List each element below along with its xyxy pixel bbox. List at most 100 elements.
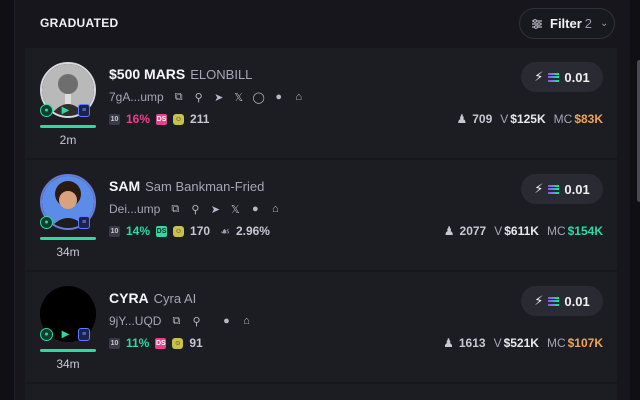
market-cap: MC $154K — [547, 224, 603, 238]
chevron-down-icon: ⌄ — [600, 18, 609, 29]
filter-button[interactable]: Filter 2 ⌄ — [519, 8, 615, 39]
token-avatar-wrap: ● ▶ ≡ — [40, 286, 96, 342]
token-ticker: CYRA — [109, 290, 149, 306]
token-stats-row: 10 14% DS ☺ 170 ☙ 2.96% — [109, 224, 270, 238]
pill-icon[interactable]: ● — [219, 314, 233, 328]
token-fullname: Cyra AI — [153, 291, 197, 306]
globe-icon[interactable]: ◯ — [252, 90, 266, 104]
market-cap: MC $107K — [547, 336, 603, 350]
token-card-partial[interactable] — [25, 384, 617, 400]
holders: ♟ 1613 — [443, 336, 485, 350]
buy-amount: 0.01 — [564, 181, 590, 197]
market-cap: MC $83K — [554, 112, 603, 126]
copy-icon[interactable]: ⧉ — [168, 202, 182, 216]
bonding-progress-bar — [40, 349, 96, 352]
lightning-icon: ⚡ — [534, 69, 544, 84]
shield-icon: ≡ — [78, 104, 90, 117]
token-ticker: SAM — [109, 178, 141, 194]
quick-buy-button[interactable]: ⚡ 0.01 — [521, 174, 603, 204]
volume-label: V — [494, 224, 503, 238]
token-age: 34m — [56, 357, 80, 371]
avatar-badges: ● ▶ ≡ — [40, 328, 90, 341]
volume: V $125K — [500, 112, 545, 126]
copy-icon[interactable]: ⧉ — [172, 90, 186, 104]
avatar-badges: ● ▶ ≡ — [40, 104, 90, 117]
copy-icon[interactable]: ⧉ — [169, 314, 183, 328]
x-icon[interactable]: 𝕏 — [232, 90, 246, 104]
token-address: Dei...ump — [109, 202, 161, 216]
mc-label: MC — [553, 112, 573, 126]
lightning-icon: ⚡ — [534, 181, 544, 196]
quick-buy-button[interactable]: ⚡ 0.01 — [521, 62, 603, 92]
search-icon[interactable]: ⚲ — [188, 202, 202, 216]
mc-label: MC — [546, 224, 566, 238]
token-name-row: SAM Sam Bankman-Fried — [109, 178, 264, 194]
token-avatar-wrap: ● ▶ ≡ — [40, 62, 96, 118]
pill-badge-icon: ● — [40, 216, 53, 229]
token-card[interactable]: ● ▶ ≡ 34m CYRA Cyra AI 9jY...UQD ⧉ ⚲ ● ⌂… — [25, 272, 617, 382]
solana-icon — [548, 72, 560, 82]
top10-percent: 14% — [126, 224, 151, 238]
home-icon[interactable]: ⌂ — [268, 202, 282, 216]
lightning-icon: ⚡ — [534, 293, 544, 308]
mc-value: $107K — [567, 336, 603, 350]
holders: ♟ 2077 — [444, 224, 486, 238]
x-icon[interactable]: 𝕏 — [228, 202, 242, 216]
token-fullname: Sam Bankman-Fried — [145, 179, 265, 194]
dev-face-icon: ☺ — [173, 225, 185, 237]
home-icon[interactable]: ⌂ — [239, 314, 253, 328]
mc-label: MC — [546, 336, 566, 350]
holders-count: 2077 — [459, 224, 487, 238]
token-stats-row: 10 11% DS ☺ 91 — [109, 336, 203, 350]
pill-icon[interactable]: ● — [248, 202, 262, 216]
volume: V $521K — [494, 336, 539, 350]
ghost-icon: ☙ — [220, 225, 230, 238]
top10-icon: 10 — [109, 337, 120, 349]
dev-count: 211 — [190, 112, 210, 126]
volume-value: $521K — [503, 336, 539, 350]
token-metrics: ♟ 1613 V $521K MC $107K — [443, 336, 603, 350]
token-name-row: CYRA Cyra AI — [109, 290, 196, 306]
token-stats-row: 10 16% DS ☺ 211 — [109, 112, 209, 126]
pill-icon[interactable]: ● — [272, 90, 286, 104]
holders-count: 709 — [472, 112, 493, 126]
token-avatar-wrap: ● ≡ — [40, 174, 96, 230]
person-icon: ♟ — [456, 112, 468, 126]
token-address: 9jY...UQD — [109, 314, 162, 328]
search-icon[interactable]: ⚲ — [192, 90, 206, 104]
dev-count: 91 — [189, 336, 203, 350]
bonding-progress-bar — [40, 237, 96, 240]
volume-label: V — [493, 336, 502, 350]
buy-amount: 0.01 — [564, 293, 590, 309]
telegram-icon[interactable]: ➤ — [208, 202, 222, 216]
volume-value: $125K — [510, 112, 546, 126]
person-icon: ♟ — [443, 336, 454, 350]
telegram-icon[interactable]: ➤ — [212, 90, 226, 104]
panel-header: GRADUATED Filter 2 ⌄ — [15, 0, 631, 46]
sliders-icon — [530, 17, 544, 31]
quick-buy-button[interactable]: ⚡ 0.01 — [521, 286, 603, 316]
holders: ♟ 709 — [456, 112, 492, 126]
volume: V $611K — [494, 224, 539, 238]
dev-sold-icon: DS — [156, 225, 168, 237]
search-icon[interactable]: ⚲ — [189, 314, 203, 328]
holders-count: 1613 — [458, 336, 486, 350]
token-address: 7gA...ump — [109, 90, 164, 104]
mc-value: $154K — [567, 224, 603, 238]
token-card[interactable]: ● ≡ 34m SAM Sam Bankman-Fried Dei...ump … — [25, 160, 617, 270]
panel-title: GRADUATED — [40, 16, 119, 30]
mc-value: $83K — [574, 112, 603, 126]
token-address-row: 9jY...UQD ⧉ ⚲ ● ⌂ — [109, 314, 253, 328]
dev-face-icon: ☺ — [173, 113, 185, 125]
home-icon[interactable]: ⌂ — [292, 90, 306, 104]
person-icon: ♟ — [443, 224, 455, 238]
token-address-row: Dei...ump ⧉ ⚲ ➤ 𝕏 ● ⌂ — [109, 202, 282, 216]
holders-percent: 2.96% — [235, 224, 270, 238]
token-age: 2m — [59, 133, 77, 147]
pill-badge-icon: ● — [40, 104, 53, 117]
solana-icon — [548, 296, 560, 306]
buy-amount: 0.01 — [564, 69, 590, 85]
token-card[interactable]: ● ▶ ≡ 2m $500 MARS ELONBILL 7gA...ump ⧉ … — [25, 48, 617, 158]
volume-value: $611K — [504, 224, 539, 238]
graduated-panel: GRADUATED Filter 2 ⌄ ● ▶ ≡ 2m $500 MARS … — [14, 0, 640, 400]
